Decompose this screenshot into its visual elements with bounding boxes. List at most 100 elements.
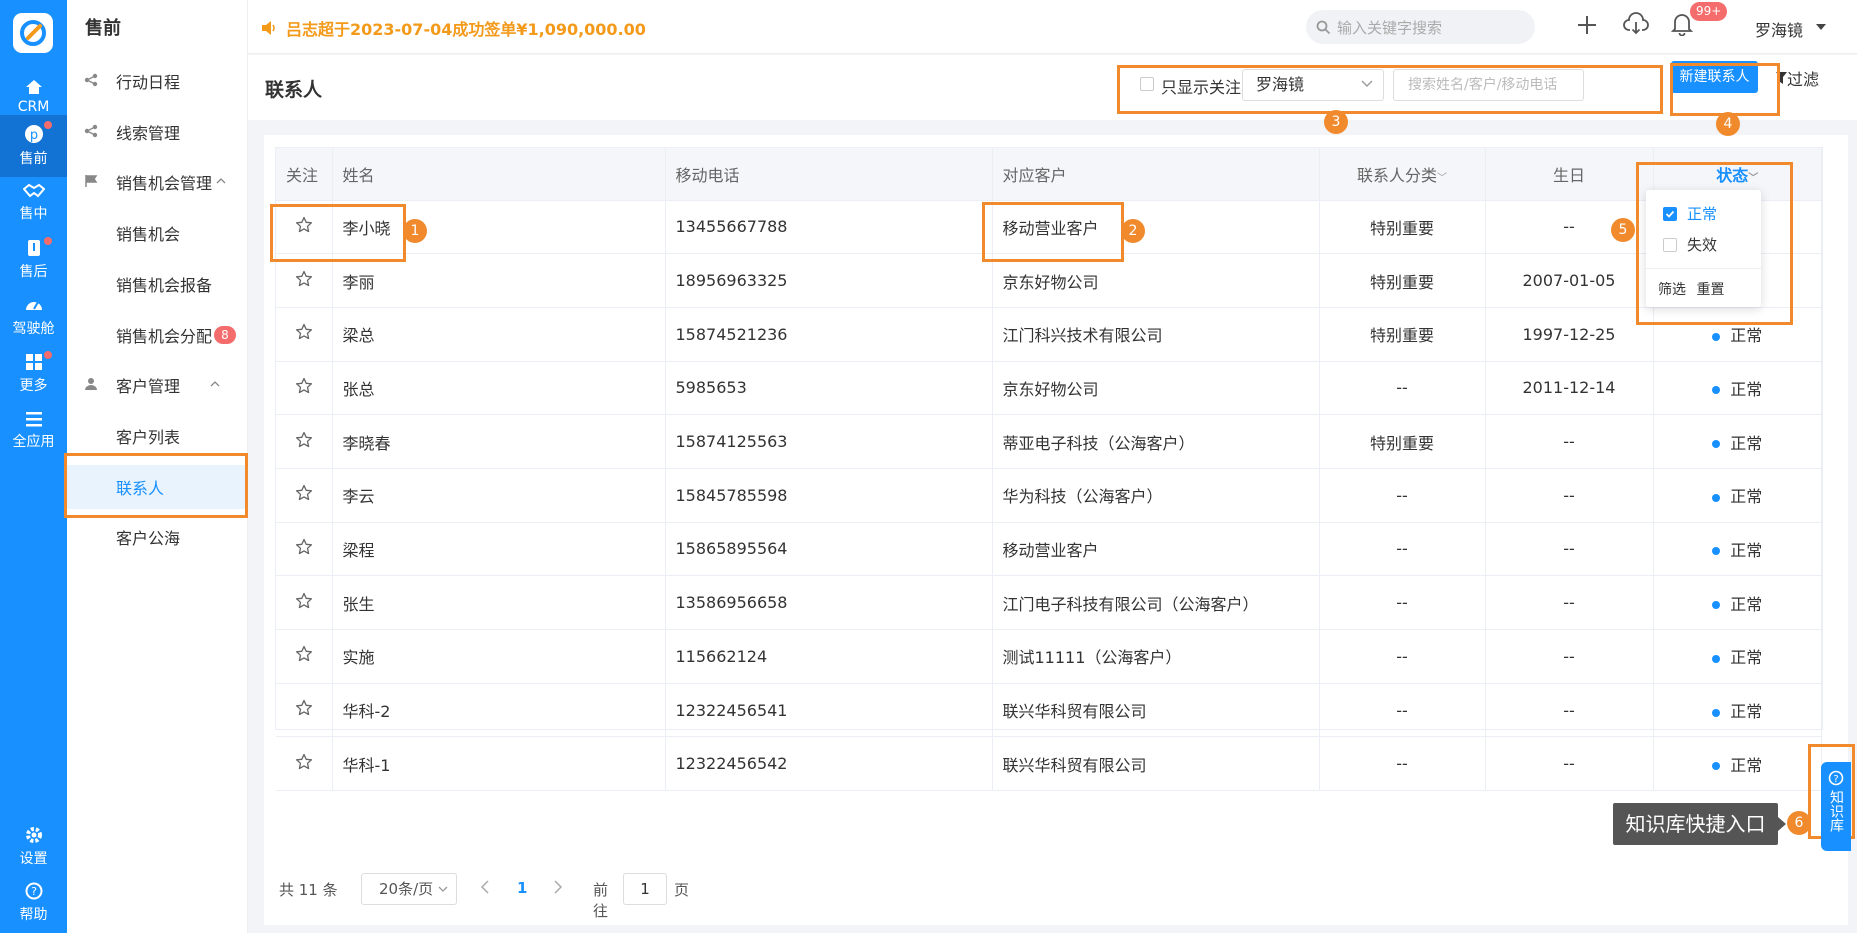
cell-customer[interactable]: 测试11111（公海客户） [992,629,1320,684]
cell-customer[interactable]: 华为科技（公海客户） [992,468,1320,523]
nav-item-customer-pool[interactable]: 客户公海 [67,519,248,555]
table-row[interactable]: 李云 15845785598 华为科技（公海客户） -- -- 正常 [276,468,1822,523]
star-icon[interactable] [295,270,313,288]
app-logo[interactable] [13,13,53,53]
svg-text:p: p [29,128,37,143]
global-search-input[interactable]: 输入关键字搜索 [1306,10,1535,44]
column-header-name[interactable]: 姓名 [332,148,666,201]
follow-cell [276,468,333,523]
follow-cell [276,736,333,792]
star-icon[interactable] [295,699,313,717]
table-row[interactable]: 梁总 15874521236 江门科兴技术有限公司 特别重要 1997-12-25 正常 [276,307,1822,362]
table-row[interactable]: 梁程 15865895564 移动营业客户 -- -- 正常 [276,522,1822,577]
star-icon[interactable] [295,377,313,395]
cell-name[interactable]: 华科-2 [332,683,666,738]
chevron-right-icon[interactable] [553,880,563,894]
nav-item-schedule[interactable]: 行动日程 [67,63,248,99]
cell-mobile: 18956963325 [665,253,993,308]
status-dot [1712,547,1721,556]
cloud-download-icon[interactable] [1623,12,1649,36]
column-header-mobile[interactable]: 移动电话 [665,148,993,201]
pinterest-icon: p [24,125,43,143]
cell-customer[interactable]: 蒂亚电子科技（公海客户） [992,414,1320,469]
rail-item-all-apps[interactable]: 全应用 [0,400,67,462]
current-user[interactable]: 罗海镜 [1755,17,1803,41]
rail-item-aftersale[interactable]: 售后 [0,229,67,291]
cell-customer[interactable]: 京东好物公司 [992,361,1320,416]
person-icon [85,378,97,390]
cell-birthday: -- [1485,736,1654,792]
annotation-box [1117,65,1663,114]
help-icon: ? [1828,770,1844,786]
star-icon[interactable] [295,592,313,610]
svg-text:?: ? [1833,774,1838,785]
nav-group-opportunities[interactable]: 销售机会管理 [67,164,248,200]
cell-category: -- [1319,736,1486,792]
cell-customer[interactable]: 江门科兴技术有限公司 [992,307,1320,362]
table-row[interactable]: 张生 13586956658 江门电子科技有限公司（公海客户） -- -- 正常 [276,575,1822,630]
nav-item-leads[interactable]: 线索管理 [67,114,248,150]
column-header-customer[interactable]: 对应客户 [992,148,1320,201]
star-icon[interactable] [295,753,313,771]
chevron-down-icon: ﹀ [1437,172,1447,184]
cell-name[interactable]: 梁总 [332,307,666,362]
star-icon[interactable] [295,431,313,449]
cell-customer[interactable]: 联兴华科贸有限公司 [992,683,1320,738]
cell-customer[interactable]: 联兴华科贸有限公司 [992,736,1320,792]
cell-mobile: 13586956658 [665,575,993,630]
nav-item-opportunity-report[interactable]: 销售机会报备 [67,266,248,302]
cell-category: 特别重要 [1319,307,1486,362]
goto-page-input[interactable]: 1 [623,873,667,905]
rail-item-presale[interactable]: p 售前 [0,115,67,177]
nav-item-opportunity-assign[interactable]: 销售机会分配 8 [67,317,248,353]
rail-item-insale[interactable]: 售中 [0,172,67,234]
page-size-select[interactable]: 20条/页 [361,873,457,905]
table-row[interactable]: 华科-2 12322456541 联兴华科贸有限公司 -- -- 正常 [276,683,1822,738]
column-header-category[interactable]: 联系人分类﹀ [1319,148,1486,201]
star-icon[interactable] [295,645,313,663]
column-header-birthday[interactable]: 生日 [1485,148,1654,201]
cell-name[interactable]: 实施 [332,629,666,684]
star-icon[interactable] [295,538,313,556]
cell-mobile: 15865895564 [665,522,993,577]
rail-item-help[interactable]: ? 帮助 [0,872,67,933]
cell-mobile: 15874521236 [665,307,993,362]
status-dot [1712,440,1721,449]
cell-customer[interactable]: 江门电子科技有限公司（公海客户） [992,575,1320,630]
cell-customer[interactable]: 移动营业客户 [992,522,1320,577]
flag-icon [85,175,98,187]
star-icon[interactable] [295,323,313,341]
grid-icon [25,354,42,370]
star-icon[interactable] [295,484,313,502]
cell-name[interactable]: 李晓春 [332,414,666,469]
filter-button[interactable]: 过滤 [1776,66,1819,90]
table-row[interactable]: 张总 5985653 京东好物公司 -- 2011-12-14 正常 [276,361,1822,416]
nav-item-customer-list[interactable]: 客户列表 [67,418,248,454]
table-row[interactable]: 华科-1 12322456542 联兴华科贸有限公司 -- -- 正常 [276,736,1822,792]
cell-name[interactable]: 李云 [332,468,666,523]
cell-category: 特别重要 [1319,200,1486,255]
rail-item-settings[interactable]: 设置 [0,816,67,878]
page-number-current[interactable]: 1 [517,879,527,897]
cell-name[interactable]: 华科-1 [332,736,666,792]
chevron-down-icon [438,886,448,892]
cell-category: 特别重要 [1319,253,1486,308]
table-row[interactable]: 李晓春 15874125563 蒂亚电子科技（公海客户） 特别重要 -- 正常 [276,414,1822,469]
nav-group-customers[interactable]: 客户管理 [67,367,248,403]
bell-icon[interactable] [1671,12,1693,36]
chevron-left-icon[interactable] [480,880,490,894]
plus-icon[interactable] [1576,14,1598,36]
annotation-marker: 3 [1324,110,1348,134]
rail-item-cockpit[interactable]: 驾驶舱 [0,286,67,348]
table-row[interactable]: 实施 115662124 测试11111（公海客户） -- -- 正常 [276,629,1822,684]
rail-item-more[interactable]: 更多 [0,343,67,405]
handshake-icon [22,183,45,198]
cell-name[interactable]: 张生 [332,575,666,630]
cell-status: 正常 [1653,414,1822,469]
cell-name[interactable]: 梁程 [332,522,666,577]
nav-item-opportunity[interactable]: 销售机会 [67,215,248,251]
caret-down-icon[interactable] [1816,24,1826,30]
cell-name[interactable]: 张总 [332,361,666,416]
gear-icon [25,827,42,843]
knowledge-base-tab[interactable]: ? 知识库 [1821,762,1851,851]
